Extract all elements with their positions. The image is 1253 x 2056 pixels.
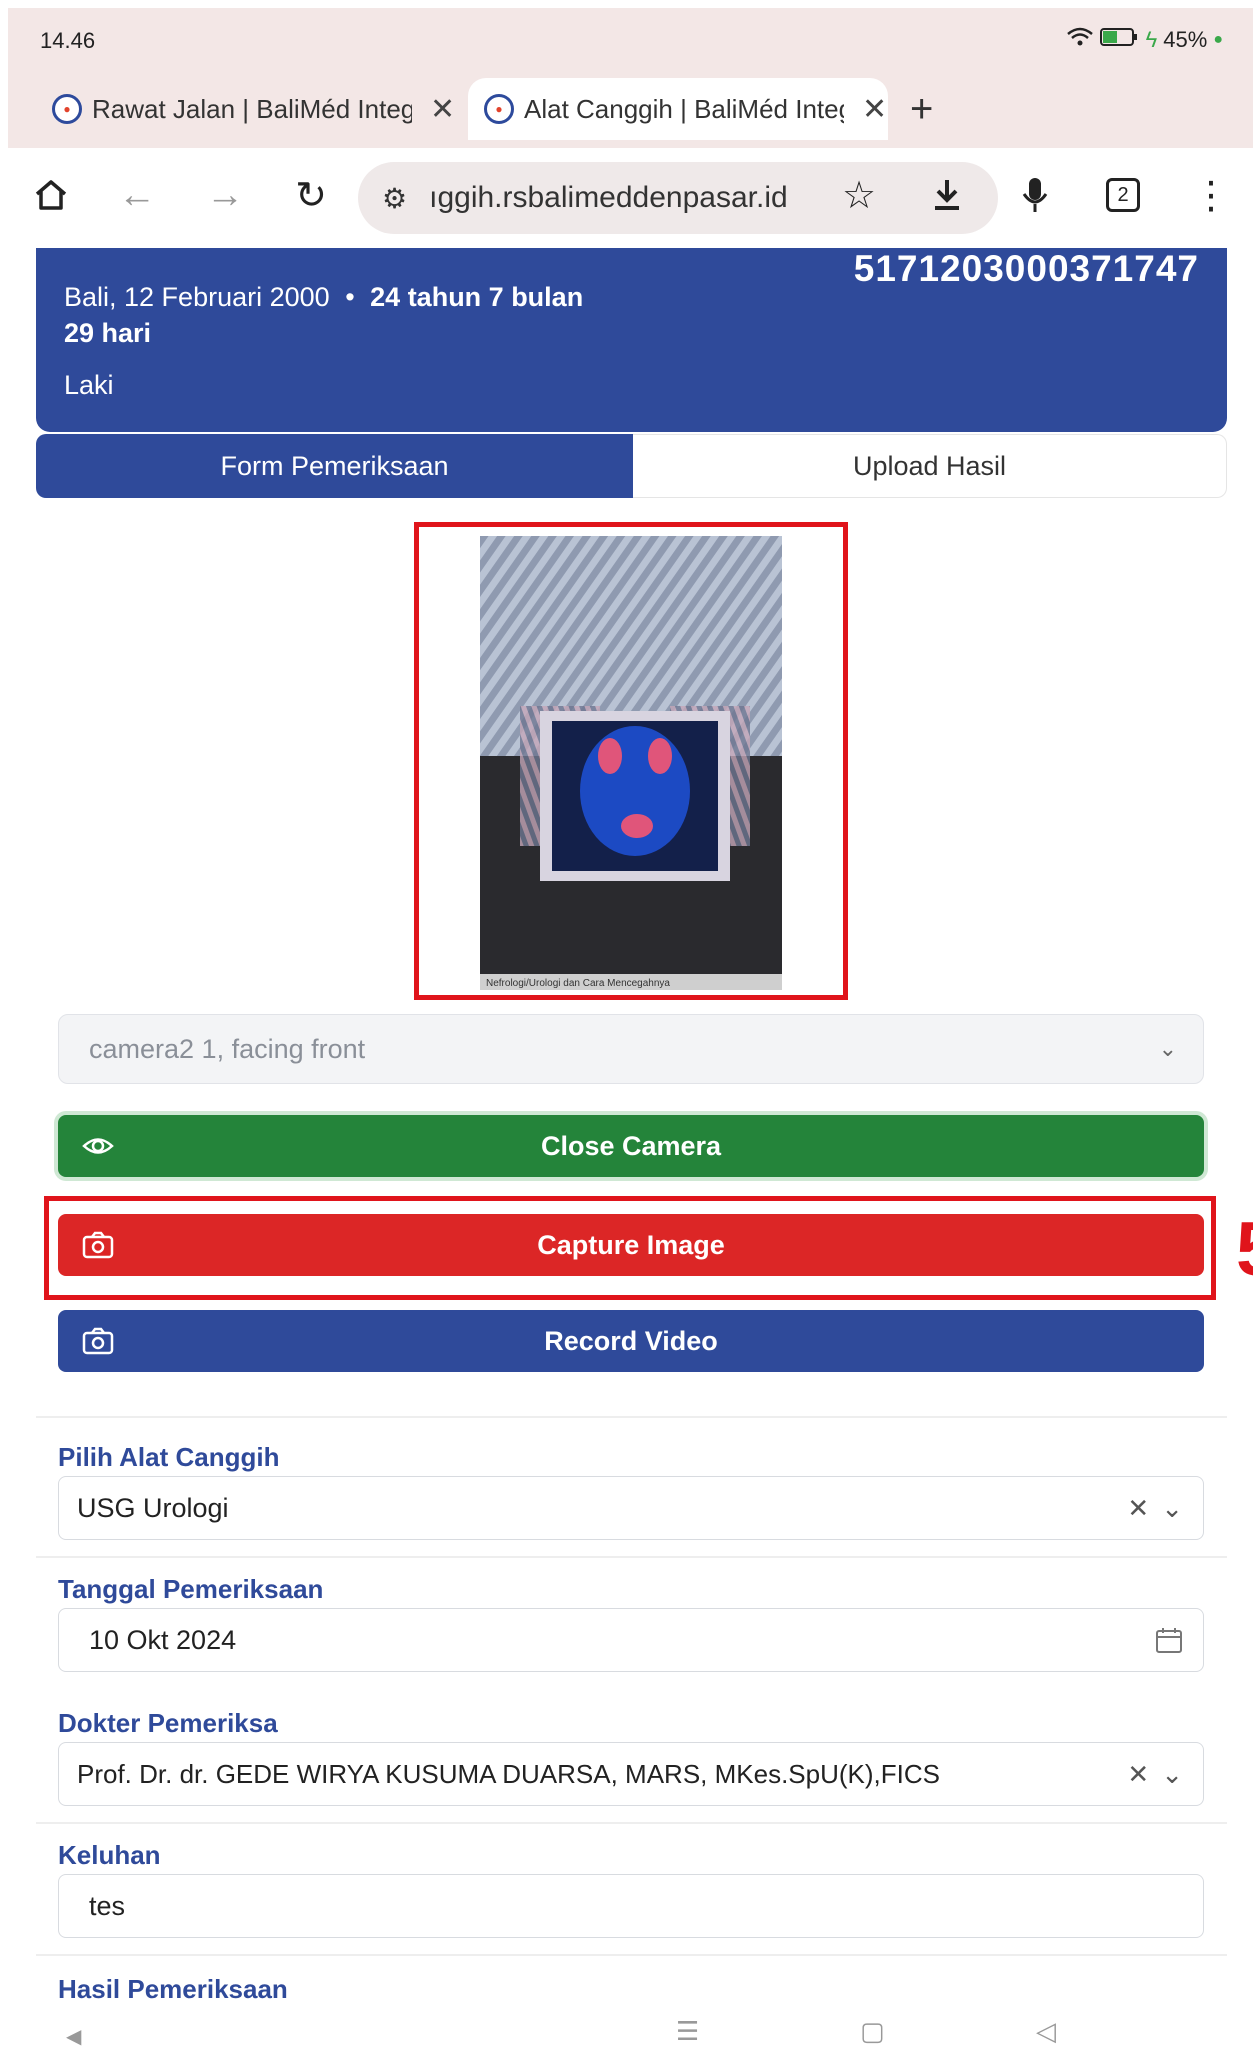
divider bbox=[36, 1416, 1227, 1418]
browser-tab-rawat-jalan[interactable]: ● Rawat Jalan | BaliMéd Integ ✕ bbox=[52, 78, 455, 140]
charging-icon: ϟ bbox=[1145, 27, 1158, 52]
reload-icon[interactable]: ↻ bbox=[284, 168, 338, 222]
back-nav-icon[interactable]: ◁ bbox=[1036, 2016, 1056, 2047]
tanggal-label: Tanggal Pemeriksaan bbox=[58, 1574, 324, 1604]
tab-form-pemeriksaan[interactable]: Form Pemeriksaan bbox=[36, 434, 633, 498]
new-tab-button[interactable]: + bbox=[910, 78, 933, 140]
home-icon[interactable] bbox=[24, 168, 78, 222]
alat-value: USG Urologi bbox=[77, 1492, 229, 1523]
chevron-down-icon: ⌄ bbox=[1158, 1036, 1177, 1061]
status-time: 14.46 bbox=[40, 28, 96, 53]
divider bbox=[36, 1556, 1227, 1558]
home-nav-icon[interactable]: ▢ bbox=[860, 2016, 885, 2047]
battery-level: 45% bbox=[1163, 27, 1208, 52]
tab-label: Rawat Jalan | BaliMéd Integ bbox=[92, 93, 412, 124]
clear-icon[interactable]: ✕ bbox=[1127, 1759, 1149, 1790]
system-nav-bar: ◀ ☰ ▢ ◁ bbox=[0, 2010, 1253, 2056]
tanggal-value: 10 Okt 2024 bbox=[89, 1624, 237, 1655]
alat-label: Pilih Alat Canggih bbox=[58, 1442, 280, 1472]
dokter-select[interactable]: Prof. Dr. dr. GEDE WIRYA KUSUMA DUARSA, … bbox=[58, 1742, 1204, 1806]
site-settings-icon[interactable]: ⚙ bbox=[382, 182, 407, 215]
divider bbox=[36, 1822, 1227, 1824]
chevron-down-icon[interactable]: ⌄ bbox=[1161, 1493, 1183, 1524]
capture-image-button[interactable]: Capture Image bbox=[58, 1214, 1204, 1276]
dokter-value: Prof. Dr. dr. GEDE WIRYA KUSUMA DUARSA, … bbox=[77, 1758, 940, 1789]
recents-menu-icon[interactable]: ☰ bbox=[676, 2016, 699, 2047]
patient-gender: Laki bbox=[64, 370, 114, 400]
alat-select[interactable]: USG Urologi ✕ ⌄ bbox=[58, 1476, 1204, 1540]
status-dot: ● bbox=[1213, 31, 1223, 48]
url-text: ıggih.rsbalimeddenpasar.id bbox=[429, 181, 788, 214]
record-video-button[interactable]: Record Video bbox=[58, 1310, 1204, 1372]
hasil-label: Hasil Pemeriksaan bbox=[58, 1974, 288, 2004]
chevron-down-icon[interactable]: ⌄ bbox=[1161, 1759, 1183, 1790]
keluhan-label: Keluhan bbox=[58, 1840, 161, 1870]
patient-birth-age: Bali, 12 Februari 2000 • 24 tahun 7 bula… bbox=[64, 282, 584, 312]
keluhan-value: tes bbox=[89, 1890, 126, 1921]
patient-banner: Bali, 12 Februari 2000 • 24 tahun 7 bula… bbox=[36, 248, 1227, 432]
close-tab-icon[interactable]: ✕ bbox=[862, 92, 887, 127]
tab-switcher-button[interactable]: 2 bbox=[1096, 168, 1150, 222]
eye-icon bbox=[82, 1131, 114, 1161]
camera-icon bbox=[82, 1326, 114, 1356]
back-icon[interactable]: ← bbox=[110, 168, 164, 222]
scroll-left-icon[interactable]: ◀ bbox=[66, 2024, 81, 2049]
camera-select-value: camera2 1, facing front bbox=[89, 1033, 366, 1064]
battery-icon bbox=[1099, 26, 1140, 54]
download-icon[interactable] bbox=[920, 168, 974, 222]
microphone-icon[interactable] bbox=[1008, 168, 1062, 222]
keluhan-input[interactable]: tes bbox=[58, 1874, 1204, 1938]
bookmark-star-icon[interactable]: ☆ bbox=[832, 168, 886, 222]
patient-nik: 5171203000371747 bbox=[853, 248, 1199, 289]
camera-feed-image: Nefrologi/Urologi dan Cara Mencegahnya bbox=[480, 536, 782, 990]
favicon-icon: ● bbox=[484, 94, 514, 124]
calendar-icon[interactable] bbox=[1155, 1626, 1183, 1654]
wifi-icon bbox=[1066, 26, 1094, 54]
close-tab-icon[interactable]: ✕ bbox=[430, 92, 455, 127]
status-icons: ϟ 45% ● bbox=[1066, 26, 1223, 54]
menu-icon[interactable]: ⋮ bbox=[1184, 168, 1238, 222]
browser-tab-alat-canggih[interactable]: ● Alat Canggih | BaliMéd Integ ✕ bbox=[468, 78, 888, 140]
tanggal-input[interactable]: 10 Okt 2024 bbox=[58, 1608, 1204, 1672]
divider bbox=[36, 1954, 1227, 1956]
close-camera-button[interactable]: Close Camera bbox=[58, 1115, 1204, 1177]
address-bar[interactable]: ⚙ ıggih.rsbalimeddenpasar.id bbox=[358, 162, 998, 234]
camera-preview: Nefrologi/Urologi dan Cara Mencegahnya bbox=[480, 536, 782, 990]
camera-icon bbox=[82, 1230, 114, 1260]
clear-icon[interactable]: ✕ bbox=[1127, 1493, 1149, 1524]
dokter-label: Dokter Pemeriksa bbox=[58, 1708, 278, 1738]
patient-age-days: 29 hari bbox=[64, 318, 152, 348]
camera-select[interactable]: camera2 1, facing front ⌄ bbox=[58, 1014, 1204, 1084]
forward-icon[interactable]: → bbox=[198, 168, 252, 222]
preview-caption: Nefrologi/Urologi dan Cara Mencegahnya bbox=[486, 978, 670, 989]
tab-upload-hasil[interactable]: Upload Hasil bbox=[633, 434, 1227, 498]
favicon-icon: ● bbox=[52, 94, 82, 124]
annotation-marker: 5 bbox=[1236, 1206, 1253, 1293]
tab-label: Alat Canggih | BaliMéd Integ bbox=[524, 93, 844, 124]
